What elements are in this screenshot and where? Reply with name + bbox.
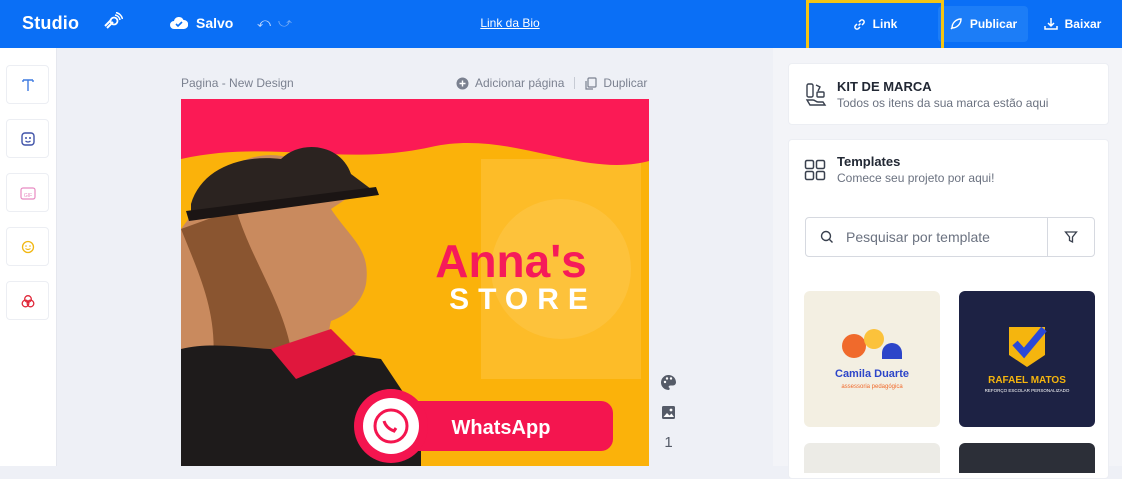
palette-icon[interactable]: [660, 374, 677, 391]
save-status: Salvo: [170, 15, 233, 31]
link-button[interactable]: Link: [806, 0, 944, 48]
emoji-tool-icon: [21, 240, 34, 253]
image-icon[interactable]: [661, 405, 676, 420]
search-icon: [820, 230, 833, 243]
text-tool-button[interactable]: [6, 65, 49, 104]
filter-icon: [1064, 231, 1078, 244]
sticker-tool-icon: [20, 131, 35, 146]
shapes-tool-button[interactable]: [6, 281, 49, 320]
duplicate-button[interactable]: Duplicar: [603, 76, 647, 90]
brand-kit-icon: [805, 83, 827, 106]
template-card-camila[interactable]: Camila Duarte assessoria pedagógica: [804, 291, 940, 427]
brand-kit-card[interactable]: KIT DE MARCA Todos os itens da sua marca…: [788, 63, 1109, 125]
publish-button[interactable]: Publicar: [938, 6, 1028, 42]
template-card-3[interactable]: [804, 443, 940, 473]
template-tagline-rafael: REFORÇO ESCOLAR PERSONALIZADO: [985, 388, 1070, 393]
template-card-rafael[interactable]: RAFAEL MATOS REFORÇO ESCOLAR PERSONALIZA…: [959, 291, 1095, 427]
filter-button[interactable]: [1047, 218, 1094, 256]
design-subline: STORE: [449, 283, 597, 316]
emoji-tool-button[interactable]: [6, 227, 49, 266]
divider: [574, 77, 576, 89]
satellite-icon: [104, 12, 123, 29]
document-title[interactable]: Link da Bio: [470, 16, 550, 30]
link-icon: [853, 18, 865, 30]
app-logo[interactable]: Studio: [22, 13, 79, 34]
templates-subtitle: Comece seu projeto por aqui!: [837, 171, 995, 185]
design-artwork: Anna's STORE WhatsApp: [181, 99, 649, 466]
brand-kit-subtitle: Todos os itens da sua marca estão aqui: [837, 96, 1049, 110]
text-tool-icon: [21, 78, 34, 91]
rocket-icon: [950, 18, 962, 30]
download-icon: [1043, 18, 1058, 30]
template-name-rafael: RAFAEL MATOS: [988, 375, 1066, 386]
page-number: 1: [664, 434, 673, 451]
template-search[interactable]: Pesquisar por template: [805, 217, 1095, 257]
download-button[interactable]: Baixar: [1035, 0, 1110, 48]
gif-tool-icon: GIF: [19, 186, 36, 200]
template-name-camila: Camila Duarte: [835, 368, 909, 380]
undo-button[interactable]: ⤺: [257, 15, 271, 31]
add-page-button[interactable]: Adicionar página: [475, 76, 564, 90]
design-cta-label: WhatsApp: [452, 417, 551, 439]
templates-icon: [804, 159, 826, 181]
svg-text:GIF: GIF: [23, 193, 31, 199]
copy-icon: [585, 76, 598, 90]
add-circle-icon: [456, 77, 469, 89]
page-label: Pagina - New Design: [181, 76, 294, 90]
save-label: Salvo: [196, 15, 234, 31]
right-panel: KIT DE MARCA Todos os itens da sua marca…: [773, 48, 1122, 479]
search-input[interactable]: Pesquisar por template: [846, 229, 990, 245]
redo-button[interactable]: ⤻: [278, 15, 292, 31]
shapes-tool-icon: [21, 294, 34, 307]
brand-kit-title: KIT DE MARCA: [837, 79, 932, 94]
template-thumbnail-camila: Camila Duarte assessoria pedagógica: [835, 329, 909, 390]
publish-label: Publicar: [969, 17, 1018, 31]
tool-rail: GIF: [0, 48, 57, 466]
design-page[interactable]: Anna's STORE WhatsApp: [181, 99, 649, 466]
canvas-area: Pagina - New Design Adicionar página Dup…: [57, 48, 773, 466]
link-label: Link: [872, 17, 898, 31]
top-bar: Studio Salvo ⤺ ⤻ Link da Bio Link Public…: [0, 0, 1122, 48]
page-side-tools: 1: [660, 374, 677, 451]
templates-card: Templates Comece seu projeto por aqui! P…: [788, 139, 1109, 479]
sticker-tool-button[interactable]: [6, 119, 49, 158]
gif-tool-button[interactable]: GIF: [6, 173, 49, 212]
templates-title: Templates: [837, 154, 901, 169]
download-label: Baixar: [1064, 17, 1102, 31]
page-actions: Adicionar página Duplicar: [456, 76, 647, 90]
cloud-check-icon: [170, 16, 188, 29]
design-headline: Anna's: [435, 235, 587, 287]
template-tagline-camila: assessoria pedagógica: [841, 384, 903, 390]
template-thumbnail-rafael: RAFAEL MATOS REFORÇO ESCOLAR PERSONALIZA…: [985, 326, 1070, 393]
template-card-4[interactable]: [959, 443, 1095, 473]
